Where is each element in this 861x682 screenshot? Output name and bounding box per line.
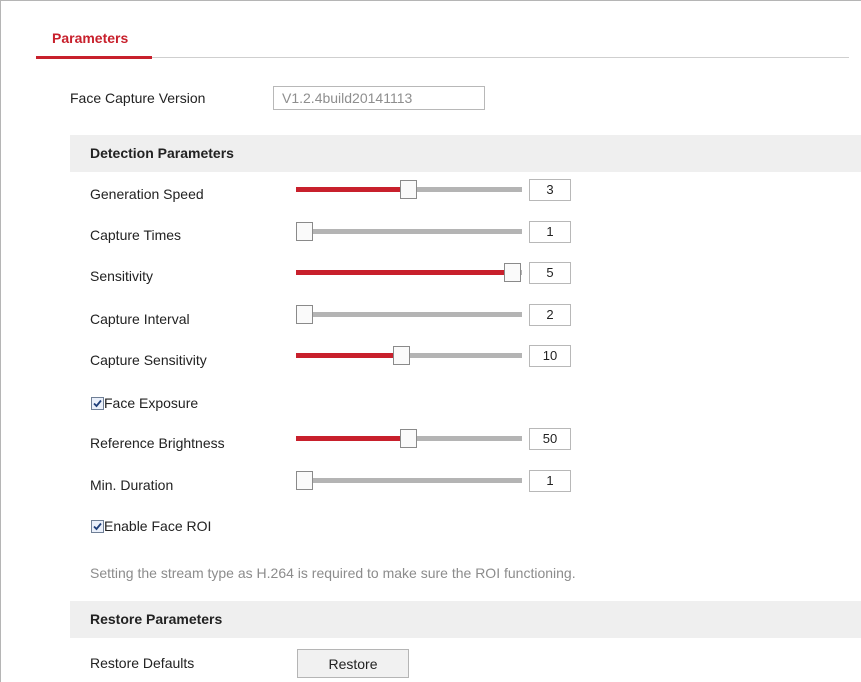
face-capture-version-field: V1.2.4build20141113 [273,86,485,110]
enable-face-roi-label: Enable Face ROI [104,518,212,534]
detection-parameters-header: Detection Parameters [70,135,861,172]
capture-times-slider[interactable] [296,221,522,243]
generation-speed-label: Generation Speed [90,186,204,202]
slider-track [296,478,522,483]
checkmark-icon [93,399,102,408]
capture-interval-label: Capture Interval [90,311,190,327]
slider-thumb[interactable] [296,305,313,324]
min-duration-label: Min. Duration [90,477,174,493]
slider-fill [296,187,409,192]
min-duration-slider[interactable] [296,470,522,492]
capture-sensitivity-value[interactable]: 10 [529,345,571,367]
slider-thumb[interactable] [296,471,313,490]
reference-brightness-value[interactable]: 50 [529,428,571,450]
capture-sensitivity-label: Capture Sensitivity [90,352,207,368]
capture-times-value[interactable]: 1 [529,221,571,243]
slider-fill [296,436,409,441]
restore-parameters-heading: Restore Parameters [90,611,223,627]
sensitivity-value[interactable]: 5 [529,262,571,284]
capture-interval-slider[interactable] [296,304,522,326]
slider-thumb[interactable] [393,346,410,365]
slider-track [296,312,522,317]
slider-thumb[interactable] [400,180,417,199]
checkmark-icon [93,522,102,531]
capture-times-label: Capture Times [90,227,182,243]
sensitivity-slider[interactable] [296,262,522,284]
slider-thumb[interactable] [504,263,521,282]
face-capture-version-label: Face Capture Version [70,90,206,106]
detection-parameters-heading: Detection Parameters [90,145,234,161]
slider-track [296,229,522,234]
frame-left-border [0,0,1,682]
tab-divider [36,57,849,58]
tab-parameters[interactable]: Parameters [36,19,152,59]
capture-interval-value[interactable]: 2 [529,304,571,326]
sensitivity-label: Sensitivity [90,268,154,284]
restore-defaults-label: Restore Defaults [90,655,195,671]
capture-sensitivity-slider[interactable] [296,345,522,367]
reference-brightness-label: Reference Brightness [90,435,225,451]
generation-speed-value[interactable]: 3 [529,179,571,201]
restore-parameters-header: Restore Parameters [70,601,861,638]
face-exposure-checkbox[interactable] [91,397,104,410]
min-duration-value[interactable]: 1 [529,470,571,492]
face-exposure-label: Face Exposure [104,395,199,411]
slider-thumb[interactable] [400,429,417,448]
tab-active-indicator [36,56,152,59]
restore-button[interactable]: Restore [297,649,409,678]
generation-speed-slider[interactable] [296,179,522,201]
slider-thumb[interactable] [296,222,313,241]
slider-fill [296,353,402,358]
roi-stream-note: Setting the stream type as H.264 is requ… [90,565,576,581]
frame-top-border [0,0,861,1]
reference-brightness-slider[interactable] [296,428,522,450]
enable-face-roi-checkbox[interactable] [91,520,104,533]
slider-fill [296,270,513,275]
